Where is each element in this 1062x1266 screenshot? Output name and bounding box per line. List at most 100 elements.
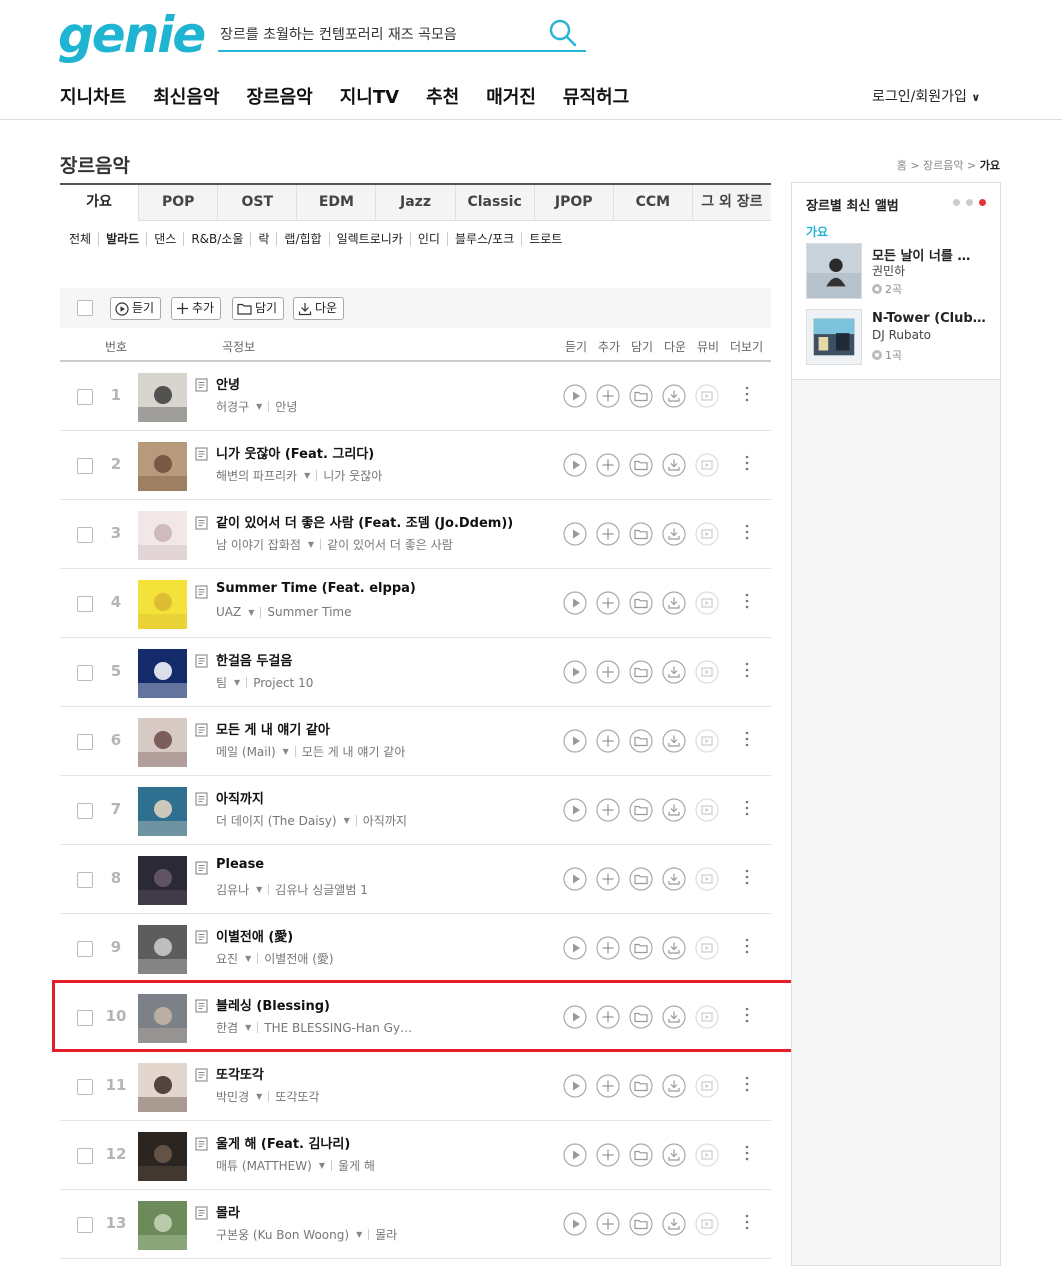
add-button[interactable] bbox=[596, 591, 620, 615]
save-button[interactable] bbox=[629, 936, 653, 960]
artist-dropdown-icon[interactable]: ▼ bbox=[356, 1230, 362, 1239]
sub-genre-ballad[interactable]: 발라드 bbox=[98, 232, 146, 246]
song-title[interactable]: 한걸음 두걸음 bbox=[216, 650, 292, 669]
add-button[interactable] bbox=[596, 798, 620, 822]
listen-button[interactable] bbox=[563, 729, 587, 753]
artist-name[interactable]: 허경구 bbox=[216, 398, 249, 415]
breadcrumb-home[interactable]: 홈 bbox=[897, 159, 907, 172]
row-checkbox[interactable] bbox=[77, 872, 93, 888]
song-title[interactable]: 같이 있어서 더 좋은 사람 (Feat. 조뎀 (Jo.Ddem)) bbox=[216, 512, 513, 531]
artist-dropdown-icon[interactable]: ▼ bbox=[344, 816, 350, 825]
more-options-icon[interactable] bbox=[744, 453, 750, 473]
tab-edm[interactable]: EDM bbox=[296, 185, 376, 221]
download-button[interactable] bbox=[662, 1143, 686, 1167]
download-button[interactable] bbox=[662, 1074, 686, 1098]
album-cover[interactable] bbox=[138, 442, 187, 491]
save-button[interactable] bbox=[629, 1143, 653, 1167]
lyrics-icon[interactable] bbox=[195, 654, 209, 669]
side-panel-genre[interactable]: 가요 bbox=[806, 223, 828, 240]
row-checkbox[interactable] bbox=[77, 458, 93, 474]
more-options-icon[interactable] bbox=[744, 867, 750, 887]
album-item[interactable]: N-Tower (Club… DJ Rubato 1곡 bbox=[806, 309, 996, 365]
breadcrumb-genre[interactable]: 장르음악 bbox=[923, 159, 963, 172]
album-cover[interactable] bbox=[806, 243, 862, 299]
carousel-dot[interactable] bbox=[953, 199, 960, 206]
more-options-icon[interactable] bbox=[744, 798, 750, 818]
table-row[interactable]: 2 니가 웃잖아 (Feat. 그리다) 해변의 파프리카 ▼ 니가 웃잖아 bbox=[60, 431, 771, 500]
artist-name[interactable]: 매튜 (MATTHEW) bbox=[216, 1157, 312, 1174]
nav-new-music[interactable]: 최신음악 bbox=[153, 83, 219, 109]
mv-button[interactable] bbox=[695, 660, 719, 684]
album-name[interactable]: 이별전애 (愛) bbox=[264, 950, 333, 967]
lyrics-icon[interactable] bbox=[195, 585, 209, 600]
tab-jazz[interactable]: Jazz bbox=[375, 185, 455, 221]
sub-genre-dance[interactable]: 댄스 bbox=[146, 232, 183, 246]
artist-name[interactable]: 박민경 bbox=[216, 1088, 249, 1105]
more-options-icon[interactable] bbox=[744, 1143, 750, 1163]
mv-button[interactable] bbox=[695, 384, 719, 408]
album-artist[interactable]: 권민하 bbox=[872, 262, 905, 279]
carousel-dot-active[interactable] bbox=[979, 199, 986, 206]
tab-other[interactable]: 그 외 장르 bbox=[691, 185, 771, 221]
download-button[interactable] bbox=[662, 591, 686, 615]
tab-ost[interactable]: OST bbox=[217, 185, 297, 221]
download-button[interactable] bbox=[662, 1212, 686, 1236]
album-name[interactable]: 아직까지 bbox=[363, 812, 407, 829]
lyrics-icon[interactable] bbox=[195, 1206, 209, 1221]
save-button[interactable] bbox=[629, 798, 653, 822]
album-cover[interactable] bbox=[138, 787, 187, 836]
artist-dropdown-icon[interactable]: ▼ bbox=[245, 954, 251, 963]
artist-name[interactable]: 더 데이지 (The Daisy) bbox=[216, 812, 337, 829]
save-button[interactable] bbox=[629, 660, 653, 684]
login-link[interactable]: 로그인/회원가입 ∨ bbox=[872, 86, 980, 106]
search-bar[interactable]: 장르를 초월하는 컨템포러리 재즈 곡모음 bbox=[218, 14, 586, 52]
row-checkbox[interactable] bbox=[77, 1148, 93, 1164]
row-checkbox[interactable] bbox=[77, 665, 93, 681]
album-name[interactable]: 김유나 싱글앨범 1 bbox=[275, 881, 368, 898]
table-row[interactable]: 3 같이 있어서 더 좋은 사람 (Feat. 조뎀 (Jo.Ddem)) 남 이야… bbox=[60, 500, 771, 569]
song-title[interactable]: 이별전애 (愛) bbox=[216, 926, 293, 945]
artist-dropdown-icon[interactable]: ▼ bbox=[256, 1092, 262, 1101]
add-button[interactable] bbox=[596, 522, 620, 546]
song-title[interactable]: 몰라 bbox=[216, 1202, 240, 1221]
table-row[interactable]: 4 Summer Time (Feat. elppa) UAZ ▼ Summer Tim… bbox=[60, 569, 771, 638]
mv-button[interactable] bbox=[695, 453, 719, 477]
select-all-checkbox[interactable] bbox=[77, 300, 93, 316]
add-button[interactable] bbox=[596, 1143, 620, 1167]
album-name[interactable]: 같이 있어서 더 좋은 사람 bbox=[327, 536, 453, 553]
album-artist[interactable]: DJ Rubato bbox=[872, 328, 931, 342]
sub-genre-trot[interactable]: 트로트 bbox=[521, 232, 569, 246]
album-cover[interactable] bbox=[138, 1132, 187, 1181]
row-checkbox[interactable] bbox=[77, 1079, 93, 1095]
artist-dropdown-icon[interactable]: ▼ bbox=[319, 1161, 325, 1170]
row-checkbox[interactable] bbox=[77, 803, 93, 819]
mv-button[interactable] bbox=[695, 1074, 719, 1098]
row-checkbox[interactable] bbox=[77, 596, 93, 612]
tab-pop[interactable]: POP bbox=[138, 185, 218, 221]
more-options-icon[interactable] bbox=[744, 936, 750, 956]
add-button[interactable] bbox=[596, 867, 620, 891]
add-button[interactable] bbox=[596, 660, 620, 684]
download-button[interactable] bbox=[662, 936, 686, 960]
download-button[interactable] bbox=[662, 522, 686, 546]
row-checkbox[interactable] bbox=[77, 734, 93, 750]
download-selected-button[interactable]: 다운 bbox=[293, 297, 345, 320]
song-title[interactable]: 또각또각 bbox=[216, 1064, 264, 1083]
row-checkbox[interactable] bbox=[77, 1217, 93, 1233]
album-name[interactable]: 안녕 bbox=[275, 398, 297, 415]
listen-button[interactable] bbox=[563, 453, 587, 477]
album-cover[interactable] bbox=[138, 925, 187, 974]
tab-classic[interactable]: Classic bbox=[454, 185, 534, 221]
song-title[interactable]: 모든 게 내 얘기 같아 bbox=[216, 719, 330, 738]
table-row[interactable]: 13 몰라 구본웅 (Ku Bon Woong) ▼ 몰라 bbox=[60, 1190, 771, 1259]
more-options-icon[interactable] bbox=[744, 1074, 750, 1094]
listen-button[interactable] bbox=[563, 660, 587, 684]
download-button[interactable] bbox=[662, 867, 686, 891]
lyrics-icon[interactable] bbox=[195, 447, 209, 462]
lyrics-icon[interactable] bbox=[195, 1068, 209, 1083]
artist-name[interactable]: 요진 bbox=[216, 950, 238, 967]
sub-genre-all[interactable]: 전체 bbox=[69, 232, 98, 246]
nav-music-hug[interactable]: 뮤직허그 bbox=[563, 83, 629, 109]
table-row[interactable]: 11 또각또각 박민경 ▼ 또각또각 bbox=[60, 1052, 771, 1121]
row-checkbox[interactable] bbox=[77, 527, 93, 543]
